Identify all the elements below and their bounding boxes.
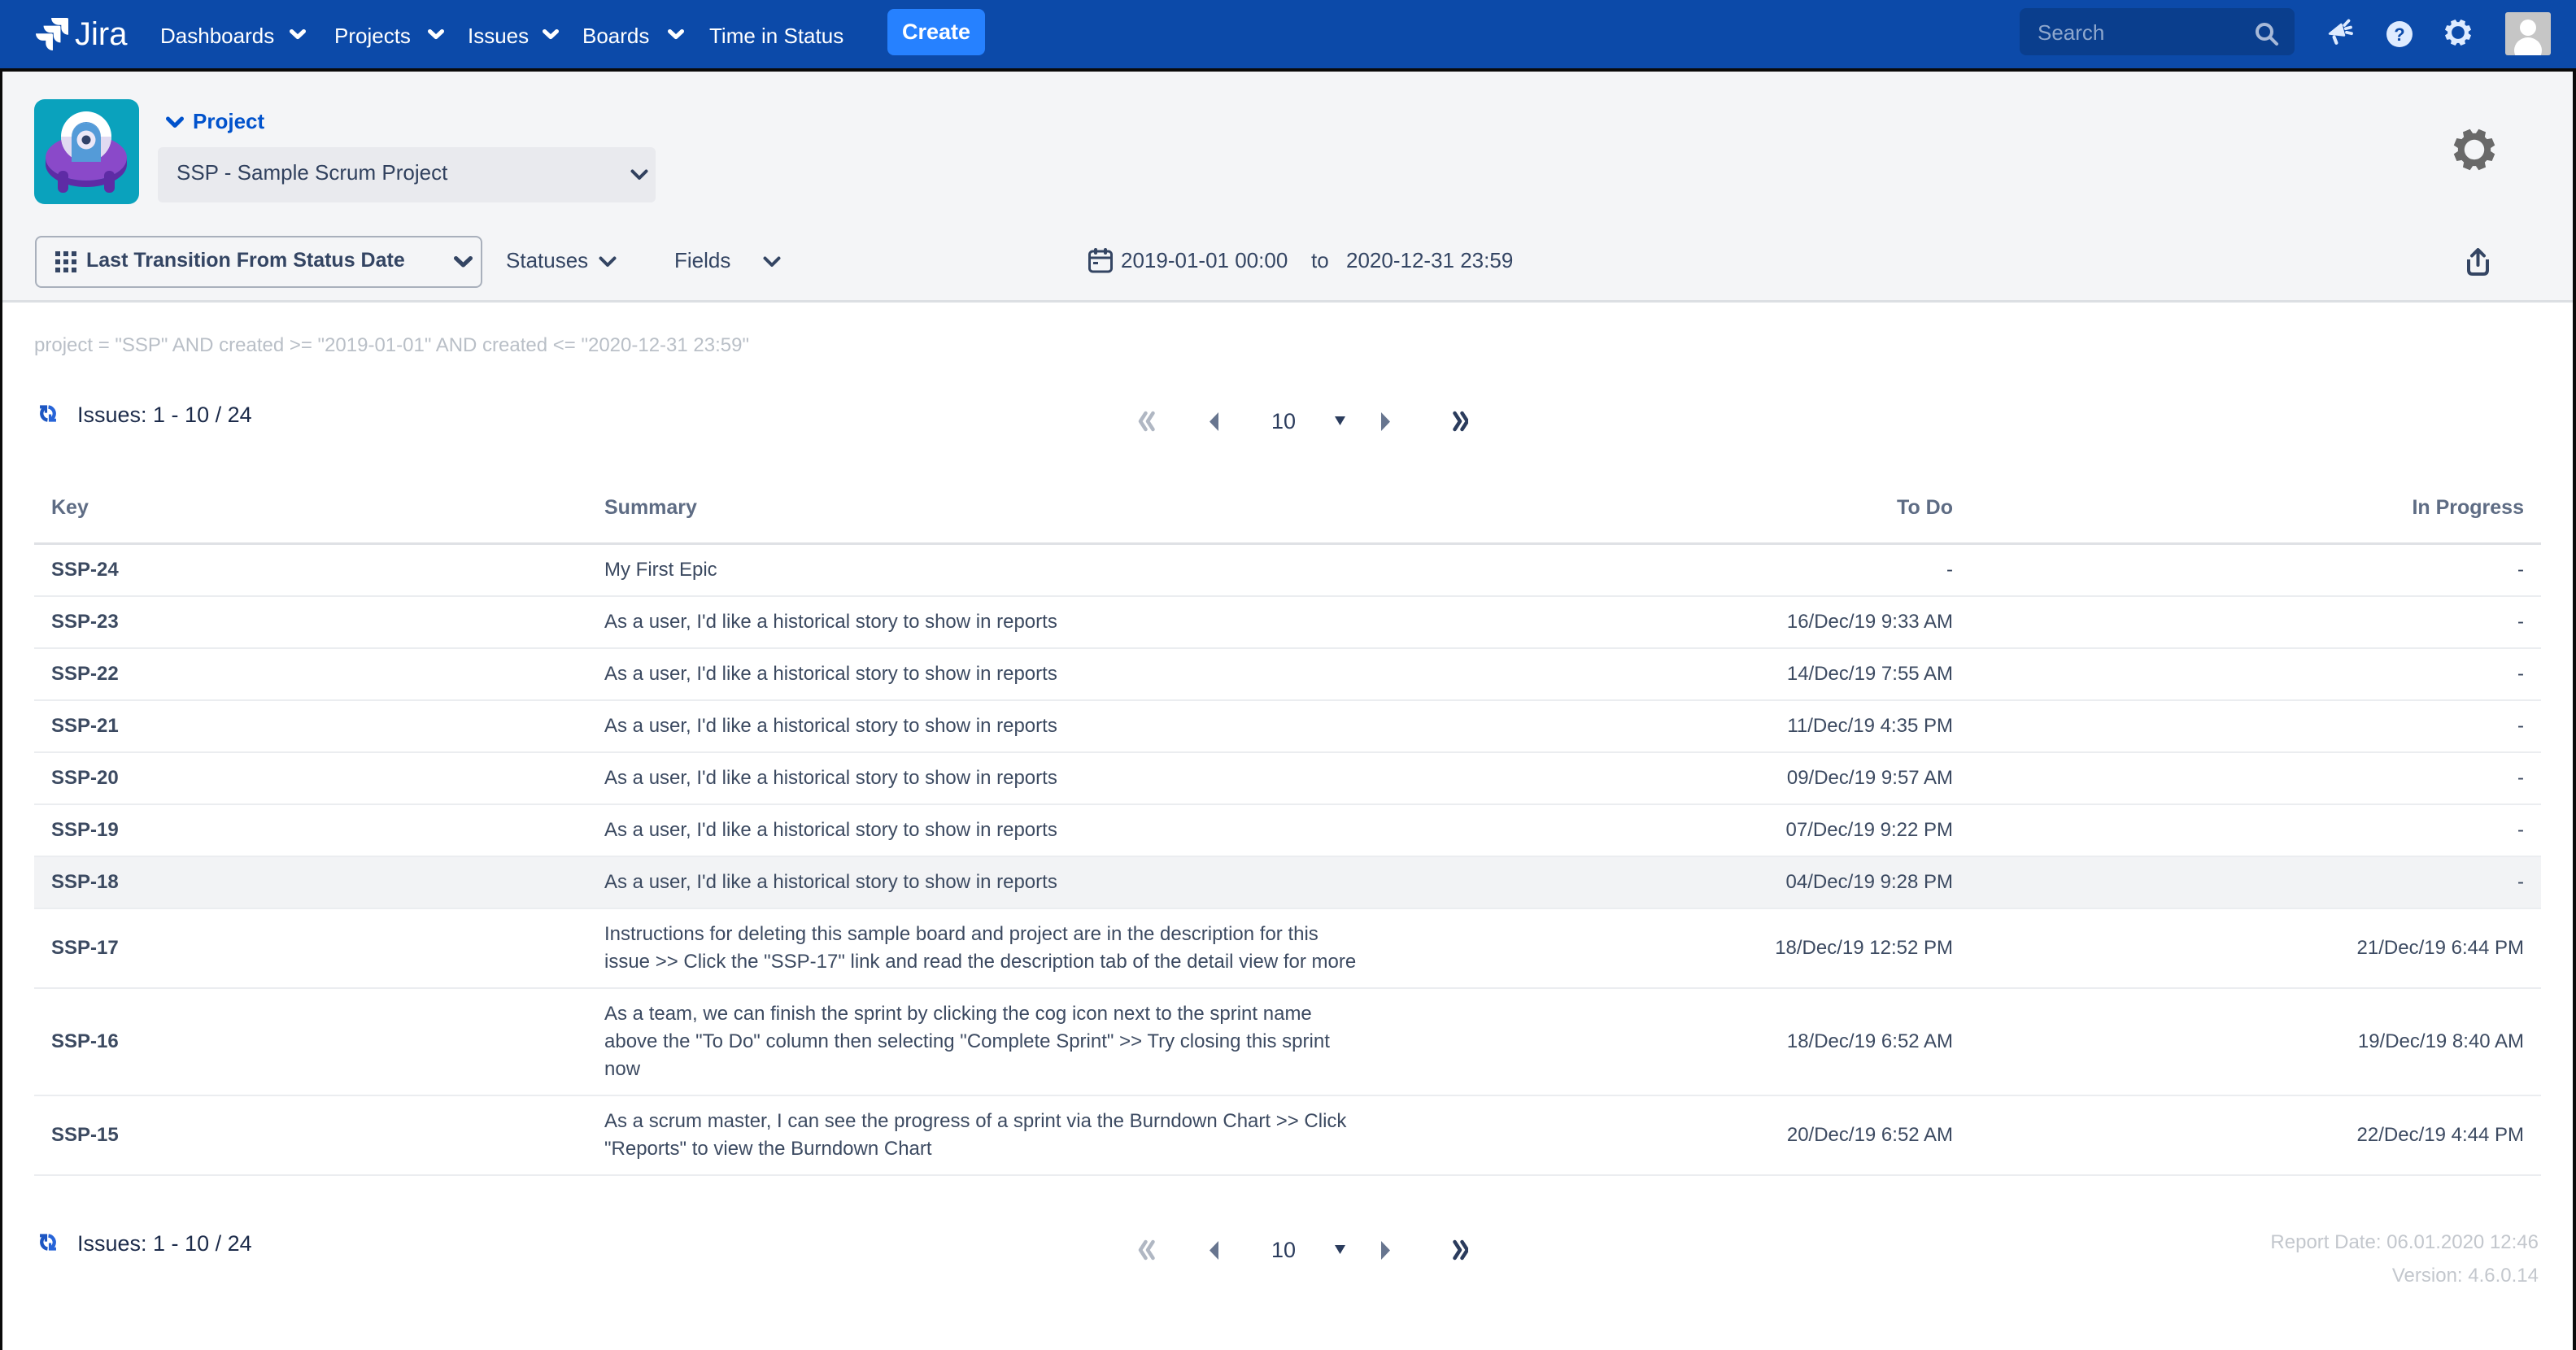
svg-text:?: ? xyxy=(2394,24,2404,45)
